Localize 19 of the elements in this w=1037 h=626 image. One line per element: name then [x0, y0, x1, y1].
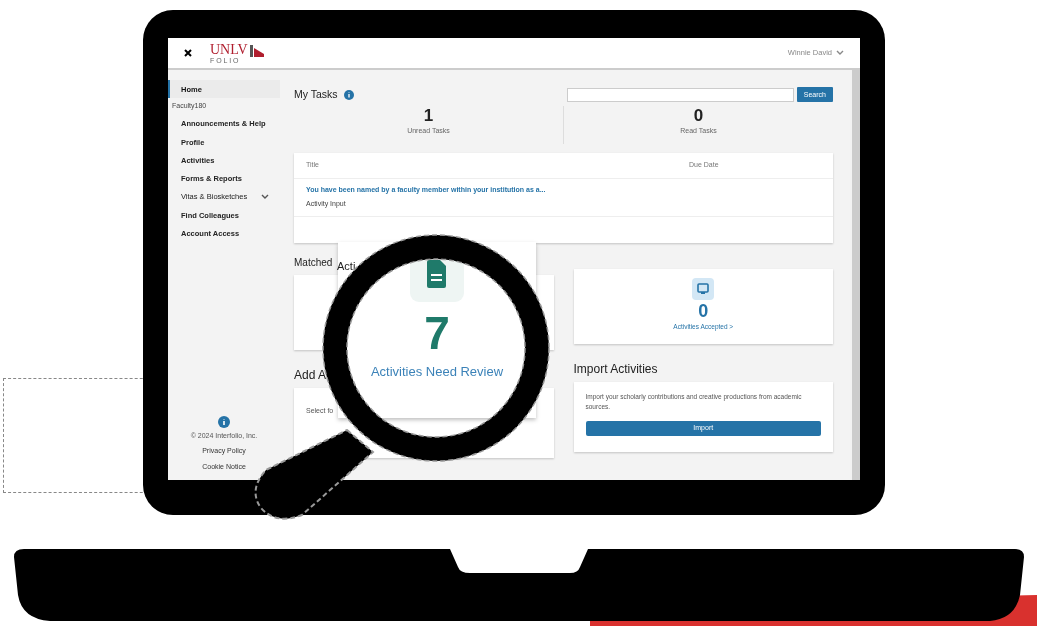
- chevron-down-icon: [261, 193, 270, 200]
- close-icon[interactable]: [184, 49, 192, 57]
- task-count: 1: [423, 105, 434, 126]
- inbox-icon: [692, 277, 715, 300]
- search-field[interactable]: [566, 87, 794, 102]
- section-heading: Import Activities: [573, 360, 659, 378]
- magnified-heading: Acti: [337, 260, 356, 273]
- section-heading: My Tasks: [294, 87, 338, 102]
- logo-text: UNLV: [210, 42, 248, 57]
- review-link[interactable]: Activities Need Review: [370, 364, 504, 380]
- info-icon[interactable]: [218, 415, 230, 428]
- chevron-down-icon: [836, 50, 844, 56]
- section-heading: Matched: [294, 255, 333, 270]
- logo-mark-icon: [249, 44, 264, 57]
- accepted-count: 0: [698, 299, 709, 322]
- info-badge-icon: [343, 89, 354, 100]
- section-heading: Add A: [294, 366, 327, 384]
- review-count: 7: [424, 308, 450, 358]
- task-count: 0: [693, 105, 704, 126]
